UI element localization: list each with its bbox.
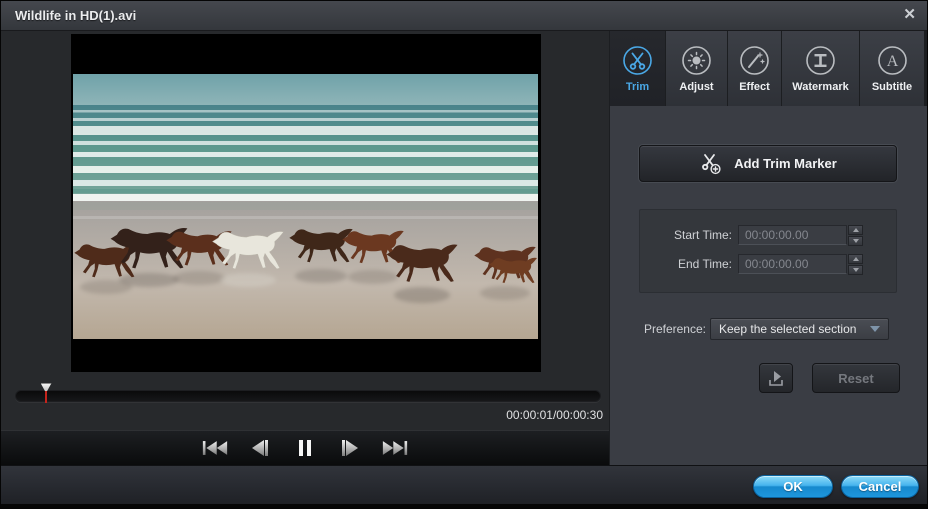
scissors-icon (623, 45, 652, 75)
add-trim-marker-label: Add Trim Marker (734, 156, 837, 171)
playhead-flag-icon (40, 383, 52, 391)
chevron-down-icon (870, 326, 880, 332)
brightness-icon (682, 45, 711, 75)
end-time-input[interactable] (738, 254, 847, 274)
end-time-spin-down[interactable] (848, 264, 863, 275)
pause-icon (299, 440, 311, 456)
tab-trim[interactable]: Trim (610, 31, 666, 106)
close-icon[interactable]: ✕ (903, 6, 916, 24)
reset-button[interactable]: Reset (812, 363, 900, 393)
play-selection-button[interactable] (759, 363, 793, 393)
skip-to-start-icon (202, 441, 228, 455)
subtitle-letter-icon: A (877, 45, 907, 75)
step-back-button[interactable] (246, 438, 274, 458)
reset-label: Reset (838, 370, 874, 386)
transport-bar (1, 430, 609, 465)
end-time-spinner (848, 253, 863, 275)
footer-bar: OK Cancel (1, 465, 927, 504)
scissors-plus-icon (702, 153, 721, 174)
skip-to-end-button[interactable] (381, 438, 409, 458)
playhead[interactable] (40, 383, 52, 403)
svg-text:A: A (886, 53, 898, 70)
tab-effect[interactable]: Effect (728, 31, 782, 106)
add-trim-marker-button[interactable]: Add Trim Marker (639, 145, 897, 182)
preference-selected-value: Keep the selected section (719, 322, 857, 336)
pause-button[interactable] (291, 438, 319, 458)
end-time-spin-up[interactable] (848, 253, 863, 264)
preference-label: Preference: (643, 322, 706, 336)
tab-bar: Trim Adjust Effect Watermark A Subtitle (610, 31, 927, 106)
video-player-panel: 00:00:01/00:00:30 (1, 31, 609, 465)
end-time-label: End Time: (677, 257, 732, 271)
skip-to-start-button[interactable] (201, 438, 229, 458)
magic-wand-icon (740, 45, 769, 75)
edit-panel: Trim Adjust Effect Watermark A Subtitle … (609, 31, 927, 465)
tab-watermark[interactable]: Watermark (782, 31, 860, 106)
seek-track[interactable] (15, 390, 601, 402)
time-display: 00:00:01/00:00:30 (506, 408, 603, 422)
step-back-icon (252, 440, 268, 456)
start-time-input[interactable] (738, 225, 847, 245)
window-title: Wildlife in HD(1).avi (15, 8, 137, 23)
tab-subtitle[interactable]: A Subtitle (860, 31, 924, 106)
tab-adjust[interactable]: Adjust (666, 31, 728, 106)
arrow-down-icon (852, 267, 859, 272)
start-time-label: Start Time: (673, 228, 732, 242)
play-segment-icon (769, 371, 783, 386)
arrow-down-icon (852, 238, 859, 243)
video-frame-horses-beach (73, 74, 538, 339)
cancel-button[interactable]: Cancel (841, 475, 919, 498)
step-forward-button[interactable] (336, 438, 364, 458)
start-time-spinner (848, 224, 863, 246)
start-time-spin-up[interactable] (848, 224, 863, 235)
tab-label: Watermark (792, 80, 849, 93)
watermark-text-icon (806, 45, 835, 75)
skip-to-end-icon (382, 441, 408, 455)
video-preview (71, 34, 541, 372)
ok-button[interactable]: OK (753, 475, 833, 498)
tab-label: Trim (625, 80, 650, 93)
trim-time-group: Start Time: End Time: (639, 209, 897, 293)
playhead-line (45, 390, 48, 403)
step-forward-icon (342, 440, 358, 456)
tab-label: Adjust (679, 80, 714, 93)
arrow-up-icon (852, 256, 859, 261)
start-time-spin-down[interactable] (848, 235, 863, 246)
tab-label: Effect (739, 80, 770, 93)
window-bottom-edge (1, 504, 927, 508)
tab-label: Subtitle (871, 80, 913, 93)
preference-dropdown[interactable]: Keep the selected section (710, 318, 889, 340)
dialog-window: Wildlife in HD(1).avi ✕ 00:00:01/00:00:3… (0, 0, 928, 509)
title-bar: Wildlife in HD(1).avi ✕ (1, 1, 927, 31)
arrow-up-icon (852, 227, 859, 232)
